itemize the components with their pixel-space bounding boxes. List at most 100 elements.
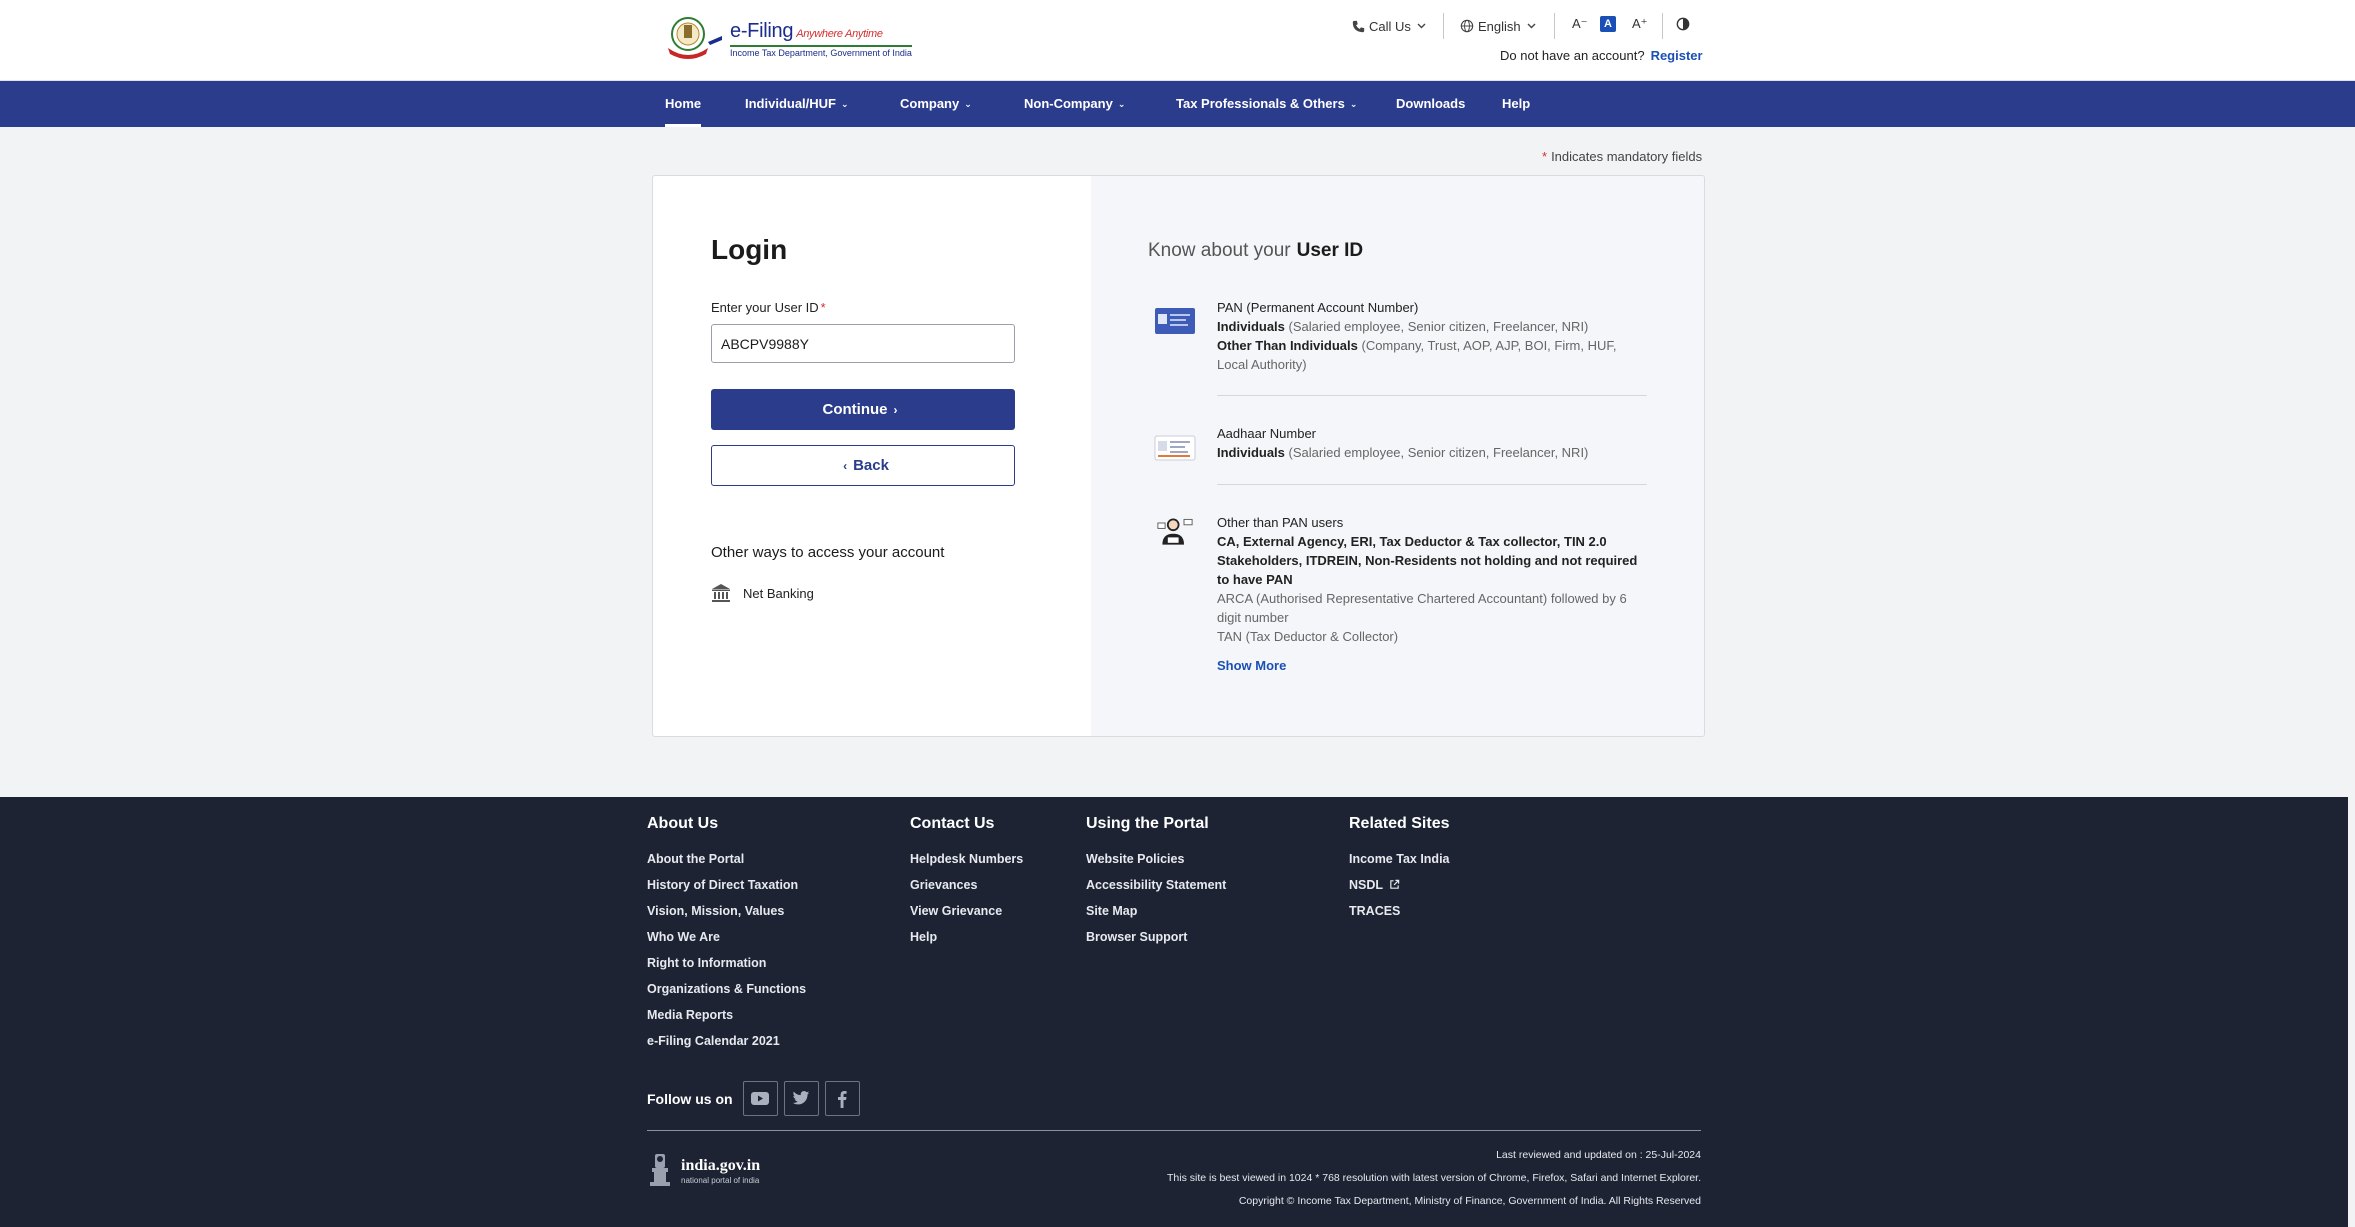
copyright: Copyright © Income Tax Department, Minis… [1238, 1195, 1701, 1207]
back-label: Back [853, 457, 889, 474]
twitter-button[interactable] [783, 1081, 819, 1116]
user-id-label: Enter your User ID * [711, 300, 826, 315]
emblem-icon [668, 17, 722, 59]
footer-link[interactable]: Right to Information [647, 954, 806, 980]
follow-label: Follow us on [647, 1090, 733, 1107]
chevron-down-icon: ⌄ [964, 99, 972, 109]
bank-icon [712, 584, 730, 602]
footer-link[interactable]: Help [910, 928, 1023, 954]
no-account-text: Do not have an account? [1500, 48, 1645, 63]
facebook-icon [838, 1090, 847, 1108]
footer-link[interactable]: Site Map [1086, 902, 1226, 928]
footer-link[interactable]: e-Filing Calendar 2021 [647, 1032, 806, 1058]
register-link[interactable]: Register [1651, 48, 1703, 63]
divider [1662, 13, 1663, 39]
pan-other-than-individuals: Other Than Individuals (Company, Trust, … [1217, 338, 1617, 372]
phone-icon [1352, 20, 1365, 32]
continue-label: Continue [822, 401, 888, 418]
facebook-button[interactable] [824, 1081, 860, 1116]
font-default-button[interactable]: A [1600, 16, 1616, 32]
footer-heading: About Us [647, 815, 719, 832]
footer-link[interactable]: About the Portal [647, 850, 806, 876]
nav-downloads[interactable]: Downloads [1396, 81, 1465, 127]
nav-home[interactable]: Home [665, 81, 702, 127]
language-label: English [1478, 18, 1521, 34]
login-card: Login Enter your User ID* Continue › ‹ Bac… [652, 175, 1705, 737]
footer-link[interactable]: Vision, Mission, Values [647, 902, 806, 928]
footer-related-sites: Related Sites Income Tax India NSDL TRAC… [1349, 815, 1450, 928]
required-asterisk: * [820, 300, 826, 315]
footer-link[interactable]: Who We Are [647, 928, 806, 954]
no-account-prompt: Do not have an account? Register [1500, 48, 1703, 63]
india-gov-subtitle: national portal of india [681, 1176, 760, 1185]
chevron-left-icon: ‹ [843, 458, 848, 473]
pan-individuals: Individuals (Salaried employee, Senior c… [1217, 319, 1589, 334]
footer-using-portal: Using the Portal Website Policies Access… [1086, 815, 1226, 954]
language-dropdown[interactable]: English [1460, 15, 1536, 37]
divider [1217, 484, 1647, 485]
mandatory-note: * Indicates mandatory fields [1542, 149, 1703, 164]
footer-link[interactable]: Organizations & Functions [647, 980, 806, 1006]
back-button[interactable]: ‹ Back [711, 445, 1015, 486]
follow-us: Follow us on [647, 1081, 866, 1116]
best-viewed-note: This site is best viewed in 1024 * 768 r… [1166, 1172, 1701, 1184]
footer-link[interactable]: Grievances [910, 876, 1023, 902]
contrast-toggle[interactable] [1676, 17, 1690, 36]
chevron-down-icon: ⌄ [841, 99, 849, 109]
logo-subtitle: Income Tax Department, Government of Ind… [730, 45, 912, 58]
user-id-input[interactable] [711, 324, 1015, 363]
nav-tax-professionals[interactable]: Tax Professionals & Others ⌄ [1176, 81, 1357, 127]
chevron-right-icon: › [893, 402, 898, 417]
footer-divider [647, 1130, 1701, 1131]
nav-company[interactable]: Company ⌄ [900, 81, 972, 127]
font-increase-button[interactable]: A⁺ [1632, 14, 1648, 34]
top-header: e-Filing Anywhere Anytime Income Tax Depa… [0, 0, 2355, 80]
tan-text: TAN (Tax Deductor & Collector) [1217, 629, 1399, 644]
show-more-link[interactable]: Show More [1217, 656, 1647, 675]
footer-link[interactable]: Browser Support [1086, 928, 1226, 954]
india-gov-logo[interactable]: india.gov.in national portal of india [647, 1152, 760, 1190]
chevron-down-icon: ⌄ [1349, 99, 1358, 109]
youtube-button[interactable] [742, 1081, 778, 1116]
other-pan-title: Other than PAN users [1217, 515, 1344, 530]
logo-title: e-Filing Anywhere Anytime [730, 20, 883, 42]
footer-link[interactable]: History of Direct Taxation [647, 876, 806, 902]
footer-link[interactable]: Media Reports [647, 1006, 806, 1032]
aadhaar-card-icon [1154, 435, 1196, 461]
chevron-down-icon: ⌄ [1117, 99, 1126, 109]
continue-button[interactable]: Continue › [711, 389, 1015, 430]
divider [1217, 395, 1647, 396]
call-us-dropdown[interactable]: Call Us [1352, 15, 1426, 37]
twitter-icon [792, 1091, 810, 1105]
net-banking-label: Net Banking [743, 585, 814, 601]
footer-link[interactable]: Income Tax India [1349, 850, 1450, 876]
footer-link[interactable]: Helpdesk Numbers [910, 850, 1023, 876]
footer-link[interactable]: Website Policies [1086, 850, 1226, 876]
nav-individual-huf[interactable]: Individual/HUF ⌄ [745, 81, 849, 127]
national-emblem-icon [650, 1154, 670, 1186]
nav-help[interactable]: Help [1502, 81, 1530, 127]
external-link-icon [1390, 879, 1400, 889]
required-asterisk: * [1542, 149, 1548, 164]
footer-link[interactable]: Accessibility Statement [1086, 876, 1226, 902]
font-decrease-button[interactable]: A⁻ [1572, 14, 1588, 34]
nav-non-company[interactable]: Non-Company ⌄ [1024, 81, 1125, 127]
footer-link[interactable]: TRACES [1349, 902, 1450, 928]
youtube-icon [751, 1092, 770, 1105]
footer-link-nsdl[interactable]: NSDL [1349, 876, 1450, 902]
pan-title: PAN (Permanent Account Number) [1217, 300, 1419, 315]
divider [1443, 13, 1444, 39]
aadhaar-text: Aadhaar Number Individuals (Salaried emp… [1217, 424, 1647, 462]
net-banking-option[interactable]: Net Banking [711, 583, 814, 603]
know-title: Know about your User ID [1148, 240, 1364, 261]
globe-icon [1460, 19, 1474, 33]
arca-text: ARCA (Authorised Representative Chartere… [1217, 591, 1627, 625]
contrast-icon [1676, 17, 1690, 31]
efiling-logo[interactable]: e-Filing Anywhere Anytime Income Tax Depa… [664, 14, 912, 64]
call-us-label: Call Us [1369, 18, 1411, 34]
footer-link[interactable]: View Grievance [910, 902, 1023, 928]
aadhaar-title: Aadhaar Number [1217, 426, 1316, 441]
logo-tagline: Anywhere Anytime [796, 28, 883, 40]
footer-about: About Us About the Portal History of Dir… [647, 815, 806, 1058]
pan-text: PAN (Permanent Account Number) Individua… [1217, 298, 1647, 374]
